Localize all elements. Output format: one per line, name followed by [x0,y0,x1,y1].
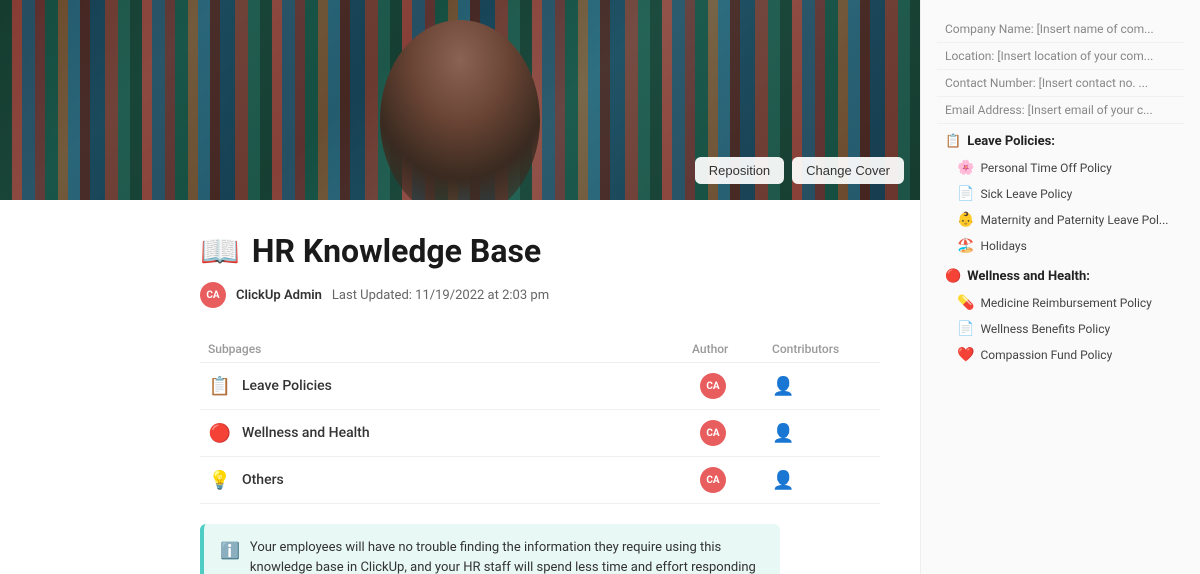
author-cell: CA [692,467,772,493]
callout-icon: ℹ️ [220,539,240,574]
page-title: HR Knowledge Base [252,232,541,270]
sidebar-section-wellness: 🔴 Wellness and Health: [937,259,1184,290]
sidebar-field-email[interactable]: Email Address: [Insert email of your c..… [937,97,1184,124]
cover-buttons: Reposition Change Cover [695,157,904,184]
contrib-cell: 👤 [772,423,872,444]
compassion-icon: ❤️ [957,347,974,363]
table-row[interactable]: 📋 Leave Policies CA 👤 [200,363,880,410]
sidebar-item-maternity[interactable]: 👶 Maternity and Paternity Leave Pol... [937,207,1184,233]
maternity-icon: 👶 [957,212,974,228]
reposition-button[interactable]: Reposition [695,157,784,184]
sidebar-item-wellness-benefits[interactable]: 📄 Wellness Benefits Policy [937,316,1184,342]
leave-icon: 📋 [208,376,232,397]
author-avatar-wellness: CA [700,420,726,446]
sidebar-section-leave: 📋 Leave Policies: [937,124,1184,155]
cover-image: Reposition Change Cover [0,0,920,200]
subpage-name-wellness: 🔴 Wellness and Health [208,423,692,444]
subpage-name-leave: 📋 Leave Policies [208,376,692,397]
medicine-label: Medicine Reimbursement Policy [980,296,1151,310]
sick-label: Sick Leave Policy [980,187,1072,201]
wellness-benefits-label: Wellness Benefits Policy [980,322,1110,336]
author-avatar-others: CA [700,467,726,493]
page-content: 📖 HR Knowledge Base CA ClickUp Admin Las… [0,200,920,574]
author-name: ClickUp Admin [236,288,322,303]
col-author: Author [692,342,772,356]
maternity-label: Maternity and Paternity Leave Pol... [980,213,1168,227]
contrib-cell: 👤 [772,470,872,491]
table-row[interactable]: 💡 Others CA 👤 [200,457,880,504]
subpage-name-others: 💡 Others [208,470,692,491]
wellness-label: Wellness and Health [242,425,370,441]
sidebar-field-location[interactable]: Location: [Insert location of your com..… [937,43,1184,70]
page-title-row: 📖 HR Knowledge Base [200,232,880,270]
table-row[interactable]: 🔴 Wellness and Health CA 👤 [200,410,880,457]
col-subpages: Subpages [208,342,692,356]
page-emoji: 📖 [200,232,240,270]
sidebar-item-compassion[interactable]: ❤️ Compassion Fund Policy [937,342,1184,368]
sidebar-item-sick[interactable]: 📄 Sick Leave Policy [937,181,1184,207]
sidebar-item-pto[interactable]: 🌸 Personal Time Off Policy [937,155,1184,181]
sidebar-item-holidays[interactable]: 🏖️ Holidays [937,233,1184,259]
wellness-icon: 🔴 [208,423,232,444]
others-label: Others [242,472,284,488]
author-avatar: CA [200,282,226,308]
medicine-icon: 💊 [957,295,974,311]
table-header: Subpages Author Contributors [200,336,880,363]
author-cell: CA [692,373,772,399]
change-cover-button[interactable]: Change Cover [792,157,904,184]
author-cell: CA [692,420,772,446]
wellness-section-icon: 🔴 [945,269,961,284]
person-icon: 👤 [772,376,794,397]
leave-label: Leave Policies [242,378,332,394]
callout-text: Your employees will have no trouble find… [250,538,764,574]
author-avatar-leave: CA [700,373,726,399]
last-updated: Last Updated: 11/19/2022 at 2:03 pm [332,288,549,303]
others-icon: 💡 [208,470,232,491]
main-area: Reposition Change Cover 📖 HR Knowledge B… [0,0,920,574]
holidays-icon: 🏖️ [957,238,974,254]
sidebar-field-contact[interactable]: Contact Number: [Insert contact no. ... [937,70,1184,97]
person-icon: 👤 [772,423,794,444]
info-callout: ℹ️ Your employees will have no trouble f… [200,524,780,574]
compassion-label: Compassion Fund Policy [980,348,1112,362]
leave-section-icon: 📋 [945,134,961,149]
holidays-label: Holidays [980,239,1026,253]
sick-icon: 📄 [957,186,974,202]
sidebar: Company Name: [Insert name of com... Loc… [920,0,1200,574]
pto-label: Personal Time Off Policy [980,161,1111,175]
person-icon: 👤 [772,470,794,491]
sidebar-item-medicine[interactable]: 💊 Medicine Reimbursement Policy [937,290,1184,316]
pto-icon: 🌸 [957,160,974,176]
page-meta: CA ClickUp Admin Last Updated: 11/19/202… [200,282,880,308]
leave-section-title: Leave Policies: [967,134,1055,149]
col-contributors: Contributors [772,342,872,356]
contrib-cell: 👤 [772,376,872,397]
wellness-section-title: Wellness and Health: [967,269,1090,284]
sidebar-field-company[interactable]: Company Name: [Insert name of com... [937,16,1184,43]
wellness-benefits-icon: 📄 [957,321,974,337]
